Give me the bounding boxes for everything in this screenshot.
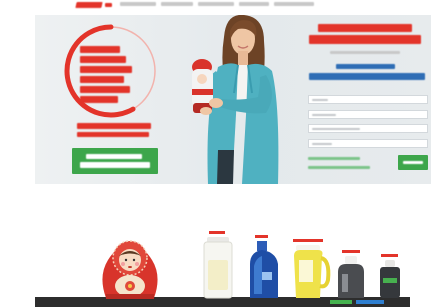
phone-field[interactable] <box>308 110 428 119</box>
blue-filter-bottle[interactable] <box>250 235 278 298</box>
nav-link[interactable] <box>161 2 193 6</box>
form-submit-button[interactable] <box>398 155 428 170</box>
product-lineup <box>35 231 410 307</box>
headline-line <box>309 35 421 44</box>
yellow-filter-pitcher[interactable] <box>293 239 331 298</box>
badge-text-line <box>80 46 120 53</box>
form-submit-label <box>403 161 423 164</box>
subheadline-line <box>330 51 400 54</box>
badge-text-line <box>80 56 126 63</box>
promo-text-line <box>77 123 151 129</box>
product-tag <box>293 239 323 242</box>
brand-logo-wordmark <box>75 2 103 8</box>
landing-page <box>0 0 431 307</box>
email-field[interactable] <box>308 139 428 148</box>
address-input[interactable] <box>309 125 427 132</box>
form-title-line <box>309 73 425 80</box>
left-cta-button[interactable] <box>72 148 158 174</box>
product-tag <box>255 235 268 238</box>
brand-logo[interactable] <box>74 1 114 9</box>
product-tag <box>342 250 360 253</box>
dark-filter-unit[interactable] <box>380 254 400 298</box>
left-cta-label-line <box>80 162 150 168</box>
matryoshka-doll[interactable] <box>102 240 158 299</box>
address-field[interactable] <box>308 124 428 133</box>
name-input[interactable] <box>309 96 427 103</box>
grey-filter-unit[interactable] <box>338 250 364 298</box>
name-field[interactable] <box>308 95 428 104</box>
phone-input[interactable] <box>309 111 427 118</box>
form-title-line <box>336 64 395 69</box>
email-input[interactable] <box>309 140 427 147</box>
nav-link[interactable] <box>239 2 269 6</box>
headline-line <box>318 24 412 32</box>
brand-logo-mark <box>105 3 112 7</box>
promo-text-line <box>77 132 149 137</box>
nav-link[interactable] <box>120 2 156 6</box>
nav-link[interactable] <box>274 2 314 6</box>
product-tag <box>209 231 225 234</box>
badge-text-line <box>80 66 132 73</box>
form-note-line <box>308 157 360 160</box>
nav-link[interactable] <box>198 2 234 6</box>
badge-text-line <box>80 76 124 83</box>
product-tag <box>381 254 398 257</box>
form-note-line <box>308 166 370 169</box>
hero-banner <box>35 15 431 184</box>
left-cta-label-line <box>86 154 142 159</box>
woman-holding-pitcher <box>192 15 279 184</box>
white-filter-jug[interactable] <box>203 231 233 299</box>
badge-text-line <box>80 86 130 93</box>
badge-text-line <box>80 96 118 103</box>
